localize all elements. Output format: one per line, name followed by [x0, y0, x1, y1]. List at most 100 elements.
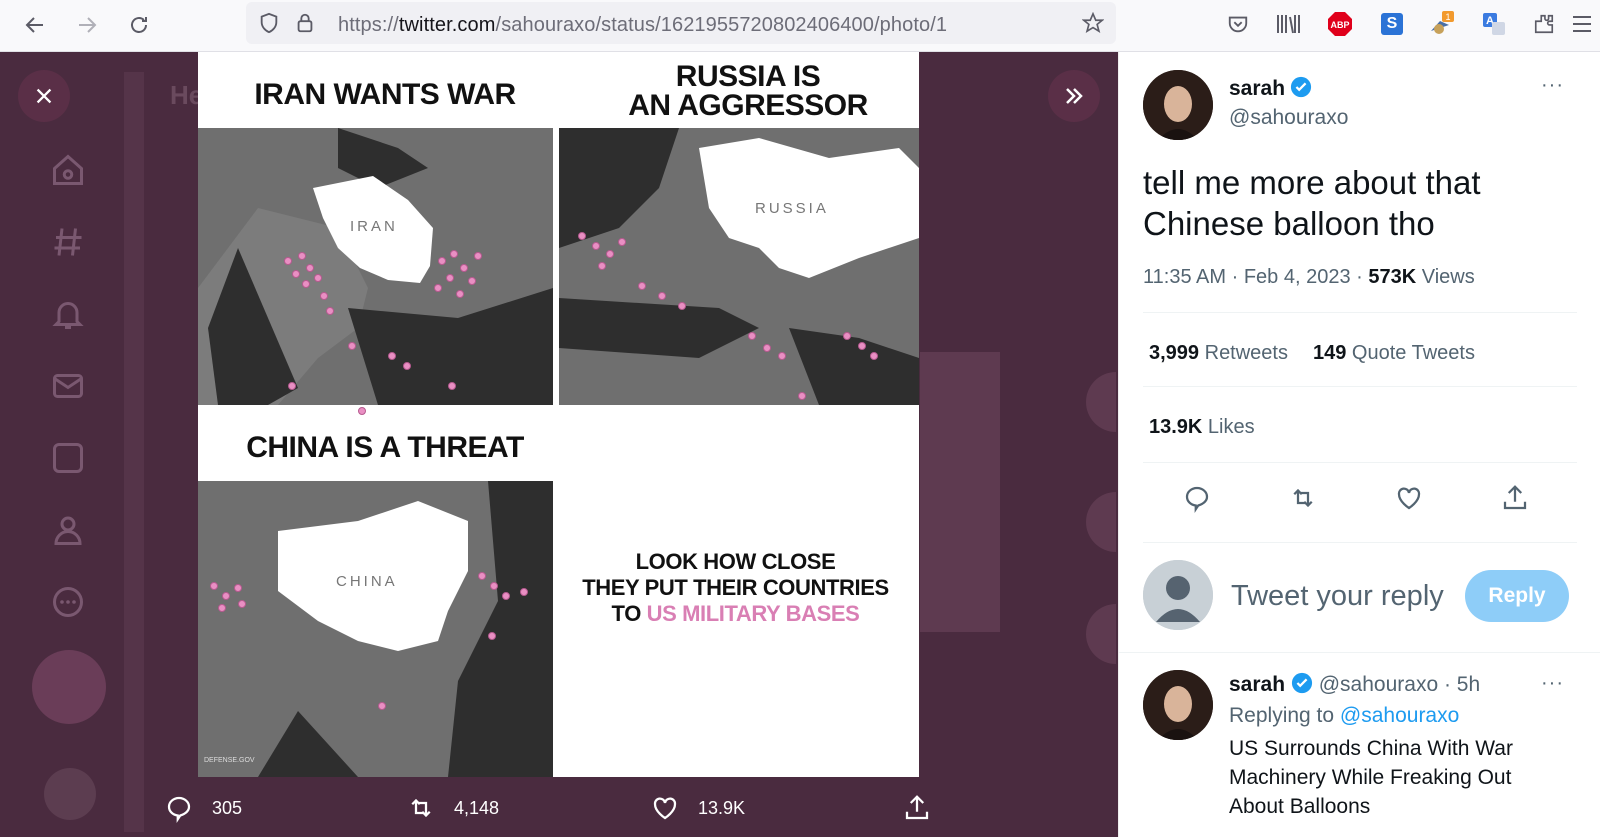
tweet-meta: 11:35 AM · Feb 4, 2023 · 573K Views [1143, 266, 1475, 288]
account-avatar-icon [44, 768, 96, 820]
back-icon[interactable] [20, 10, 50, 40]
military-base-marker [378, 702, 386, 710]
share-icon [1503, 485, 1527, 510]
military-base-marker [490, 582, 498, 590]
notifier-icon[interactable]: 1 [1428, 10, 1456, 38]
photo-reply-button[interactable]: 305 [164, 790, 242, 826]
military-base-marker [238, 600, 246, 608]
browser-toolbar: https://twitter.com/sahouraxo/status/162… [0, 0, 1600, 52]
replying-to: Replying to @sahouraxo [1229, 704, 1460, 727]
adblock-icon[interactable]: ABP [1326, 10, 1354, 38]
ghost-avatar [1086, 372, 1116, 432]
twitter-blue-icon [50, 440, 86, 476]
avatar[interactable] [1143, 670, 1213, 740]
panel-title: IRAN WANTS WAR [254, 78, 516, 111]
avatar[interactable] [1143, 70, 1213, 140]
profile-icon [50, 512, 86, 548]
pocket-icon[interactable] [1224, 10, 1252, 38]
military-base-marker [446, 274, 454, 282]
tweet-time[interactable]: 11:35 AM [1143, 266, 1226, 288]
military-base-marker [210, 582, 218, 590]
military-base-marker [870, 352, 878, 360]
double-chevron-right-icon [1066, 88, 1083, 104]
military-base-marker [858, 342, 866, 350]
like-button[interactable] [1391, 480, 1427, 516]
military-base-marker [306, 264, 314, 272]
ghost-avatar [1086, 492, 1116, 552]
military-base-marker [284, 257, 292, 265]
views-count: 573K [1368, 266, 1417, 288]
photo-share-button[interactable] [902, 790, 950, 826]
avatar [1143, 560, 1213, 630]
author-handle[interactable]: @sahouraxo [1229, 106, 1348, 130]
military-base-marker [450, 250, 458, 258]
shield-icon[interactable] [258, 12, 280, 39]
photo-like-button[interactable]: 13.9K [650, 790, 745, 826]
military-base-marker [618, 238, 626, 246]
reply-more-options-button[interactable]: ··· [1541, 672, 1564, 695]
forward-icon[interactable] [72, 10, 102, 40]
military-base-marker [474, 252, 482, 260]
military-base-marker [292, 270, 300, 278]
more-options-icon [50, 584, 86, 620]
military-base-marker [348, 342, 356, 350]
military-base-marker [606, 250, 614, 258]
author-name[interactable]: sarah [1229, 76, 1312, 101]
retweet-icon [1293, 488, 1313, 508]
retweet-button[interactable] [1285, 480, 1321, 516]
reply-button[interactable] [1179, 480, 1215, 516]
close-button[interactable] [18, 70, 70, 122]
military-base-marker [578, 232, 586, 240]
military-base-marker [843, 332, 851, 340]
share-button[interactable] [1497, 480, 1533, 516]
extensions-icon[interactable] [1530, 10, 1558, 38]
skype-icon[interactable]: S [1378, 10, 1406, 38]
military-base-marker [388, 352, 396, 360]
lock-icon[interactable] [294, 12, 316, 39]
reply-icon [167, 796, 191, 823]
reload-icon[interactable] [124, 10, 154, 40]
reply-text: US Surrounds China With War Machinery Whi… [1229, 737, 1513, 818]
address-bar[interactable]: https://twitter.com/sahouraxo/status/162… [246, 2, 1116, 44]
likes-stat[interactable]: 13.9K Likes [1149, 416, 1255, 439]
home-icon [50, 152, 86, 188]
notifications-icon [50, 296, 86, 332]
military-base-marker [222, 592, 230, 600]
military-base-marker [460, 264, 468, 272]
heart-icon [653, 797, 677, 820]
military-base-marker [638, 282, 646, 290]
military-base-marker [234, 584, 242, 592]
military-base-marker [403, 362, 411, 370]
military-base-marker [298, 252, 306, 260]
expand-pane-button[interactable] [1048, 70, 1100, 122]
library-icon[interactable] [1274, 10, 1302, 38]
retweets-stat[interactable]: 3,999 Retweets [1149, 342, 1288, 365]
military-base-marker [448, 382, 456, 390]
military-base-marker [520, 588, 528, 596]
tweet-photo[interactable]: IRAN WANTS WAR IRAN RUSSIA IS AN AGGRESSO… [198, 52, 919, 777]
svg-text:1: 1 [1445, 12, 1450, 22]
share-icon [905, 795, 929, 820]
reply-author[interactable]: sarah @sahouraxo · 5h [1229, 672, 1480, 697]
reply-input[interactable]: Tweet your reply [1231, 580, 1444, 613]
ghost-avatar [1086, 604, 1116, 664]
reply-submit-button[interactable]: Reply [1465, 570, 1569, 622]
divider [1143, 386, 1577, 387]
tweet-date[interactable]: Feb 4, 2023 [1244, 266, 1351, 288]
url-text: https://twitter.com/sahouraxo/status/162… [338, 14, 948, 36]
photo-retweet-button[interactable]: 4,148 [406, 790, 499, 826]
divider [1143, 542, 1577, 543]
messages-icon [50, 368, 86, 404]
translate-icon[interactable]: A [1480, 10, 1508, 38]
menu-icon[interactable] [1570, 10, 1594, 38]
quote-tweets-stat[interactable]: 149 Quote Tweets [1313, 342, 1475, 365]
reply-icon [1185, 486, 1209, 513]
military-base-marker [748, 332, 756, 340]
military-base-marker [798, 392, 806, 400]
replying-to-link[interactable]: @sahouraxo [1340, 704, 1459, 727]
like-count: 13.9K [698, 797, 746, 818]
bookmark-star-icon[interactable] [1081, 11, 1105, 39]
military-base-marker [320, 292, 328, 300]
more-options-button[interactable]: ··· [1541, 74, 1564, 97]
military-base-marker [502, 592, 510, 600]
